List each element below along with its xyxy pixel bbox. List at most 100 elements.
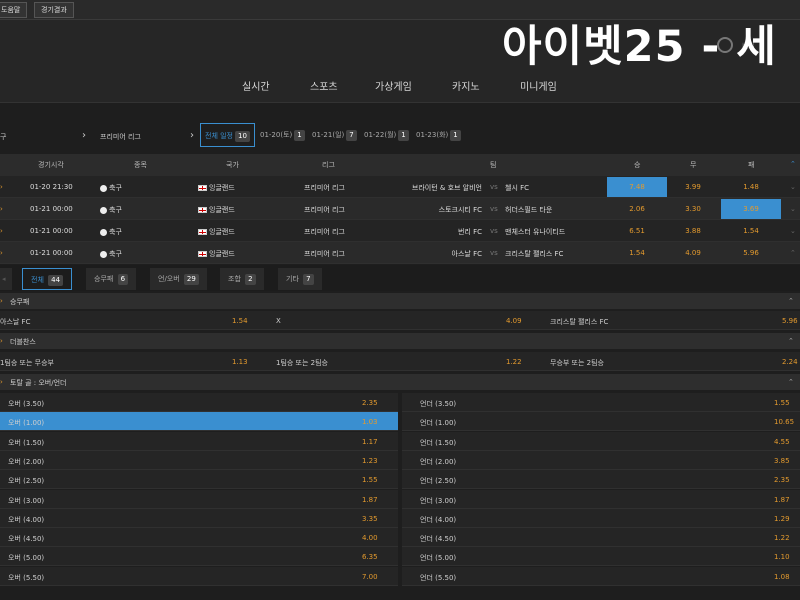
market-header-double[interactable]: › 더블찬스 ⌃ (0, 333, 800, 349)
match-row[interactable]: › 01-21 00:00 축구 잉글랜드 프리미어 리그 아스날 FC vs … (0, 242, 800, 264)
nav-sports[interactable]: 스포츠 (310, 78, 338, 93)
odds-a[interactable]: 1.13 (232, 358, 248, 366)
odds-win[interactable]: 1.54 (607, 243, 667, 263)
col-team: 팀 (490, 161, 497, 169)
breadcrumb-sport[interactable]: 구 (0, 132, 6, 142)
away-team: 맨체스터 유나이티드 (505, 228, 566, 236)
over-option[interactable]: 오버 (3.50) 2.35 (0, 393, 398, 412)
over-option[interactable]: 오버 (3.00) 1.87 (0, 490, 398, 509)
odds-draw[interactable]: 4.09 (663, 243, 723, 263)
odds-b[interactable]: 1.22 (506, 358, 522, 366)
outcome-c[interactable]: 무승부 또는 2팀승 (550, 358, 604, 368)
breadcrumb-league[interactable]: 프리미어 리그 (100, 132, 141, 142)
over-option[interactable]: 오버 (2.00) 1.23 (0, 451, 398, 470)
odds-c[interactable]: 2.24 (782, 358, 798, 366)
nav-minigame[interactable]: 미니게임 (520, 78, 557, 93)
under-odds: 1.55 (774, 399, 790, 407)
home-team: 스토크시티 FC (438, 206, 482, 214)
odds-draw[interactable]: 3.88 (663, 221, 723, 241)
chevron-up-icon[interactable]: ⌃ (788, 297, 794, 305)
outcome-home[interactable]: 아스날 FC (0, 317, 30, 327)
under-option[interactable]: 언더 (4.50) 1.22 (402, 528, 800, 547)
under-option[interactable]: 언더 (4.00) 1.29 (402, 509, 800, 528)
odds-draw[interactable]: 3.30 (663, 199, 723, 219)
under-option[interactable]: 언더 (1.50) 4.55 (402, 432, 800, 451)
odds-lose[interactable]: 1.54 (721, 221, 781, 241)
col-country: 국가 (226, 161, 239, 169)
col-time: 경기시각 (38, 161, 64, 169)
chevron-down-icon[interactable]: ⌄ (790, 183, 796, 191)
chevron-up-icon[interactable]: ⌃ (790, 249, 796, 257)
results-button[interactable]: 경기결과 (34, 2, 74, 18)
odds-win[interactable]: 2.06 (607, 199, 667, 219)
col-lose: 패 (748, 161, 755, 169)
chevron-up-icon[interactable]: ⌃ (788, 337, 794, 345)
nav-casino[interactable]: 카지노 (452, 78, 480, 93)
odds-lose[interactable]: 3.69 (721, 199, 781, 219)
over-option[interactable]: 오버 (1.00) 1.03 (0, 412, 398, 431)
market-header-winlose[interactable]: › 승무패 ⌃ (0, 293, 800, 309)
under-label: 언더 (2.00) (420, 458, 457, 466)
odds-win[interactable]: 6.51 (607, 221, 667, 241)
under-odds: 10.65 (774, 418, 795, 426)
odds-lose[interactable]: 1.48 (721, 177, 781, 197)
chevron-down-icon[interactable]: ⌄ (790, 205, 796, 213)
under-option[interactable]: 언더 (3.00) 1.87 (402, 490, 800, 509)
under-option[interactable]: 언더 (5.00) 1.10 (402, 547, 800, 566)
caret-icon: › (0, 297, 3, 305)
date-tab-0122[interactable]: 01-22(월) 1 (360, 123, 413, 147)
date-tab-all[interactable]: 전체 일정 10 (200, 123, 255, 147)
over-odds: 7.00 (362, 573, 378, 581)
over-label: 오버 (4.50) (8, 535, 45, 543)
over-label: 오버 (5.00) (8, 554, 45, 562)
date-tab-0123[interactable]: 01-23(화) 1 (412, 123, 465, 147)
odds-draw[interactable]: 3.99 (663, 177, 723, 197)
odds-draw[interactable]: 4.09 (506, 317, 522, 325)
market-tab-other[interactable]: 기타 7 (278, 268, 322, 290)
odds-away[interactable]: 5.96 (782, 317, 798, 325)
odds-win[interactable]: 7.48 (607, 177, 667, 197)
outcome-b[interactable]: 1팀승 또는 2팀승 (276, 358, 328, 368)
market-header-overunder[interactable]: › 토탈 골 : 오버/언더 ⌃ (0, 374, 800, 390)
over-option[interactable]: 오버 (1.50) 1.17 (0, 432, 398, 451)
match-row[interactable]: › 01-21 00:00 축구 잉글랜드 프리미어 리그 스토크시티 FC v… (0, 198, 800, 220)
outcome-a[interactable]: 1팀승 또는 무승부 (0, 358, 54, 368)
chevron-up-icon[interactable]: ⌃ (788, 378, 794, 386)
market-tab-all[interactable]: 전체 44 (22, 268, 73, 290)
over-option[interactable]: 오버 (2.50) 1.55 (0, 470, 398, 489)
odds-home[interactable]: 1.54 (232, 317, 248, 325)
odds-lose[interactable]: 5.96 (721, 243, 781, 263)
under-option[interactable]: 언더 (5.50) 1.08 (402, 567, 800, 586)
under-option[interactable]: 언더 (3.50) 1.55 (402, 393, 800, 412)
under-option[interactable]: 언더 (1.00) 10.65 (402, 412, 800, 431)
away-team: 크리스탈 팰리스 FC (505, 250, 564, 258)
date-tab-0121[interactable]: 01-21(일) 7 (308, 123, 361, 147)
over-option[interactable]: 오버 (5.50) 7.00 (0, 567, 398, 586)
chevron-down-icon[interactable]: ⌄ (790, 227, 796, 235)
outcome-away[interactable]: 크리스탈 팰리스 FC (550, 317, 608, 327)
under-label: 언더 (4.00) (420, 516, 457, 524)
under-option[interactable]: 언더 (2.50) 2.35 (402, 470, 800, 489)
over-option[interactable]: 오버 (4.50) 4.00 (0, 528, 398, 547)
match-row[interactable]: › 01-21 00:00 축구 잉글랜드 프리미어 리그 번리 FC vs 맨… (0, 220, 800, 242)
help-button[interactable]: 도움말 (0, 2, 28, 18)
market-tab-overunder[interactable]: 언/오버 29 (150, 268, 207, 290)
market-tab-winlose[interactable]: 승무패 6 (86, 268, 137, 290)
over-odds: 2.35 (362, 399, 378, 407)
under-option[interactable]: 언더 (2.00) 3.85 (402, 451, 800, 470)
under-label: 언더 (1.50) (420, 439, 457, 447)
market-tab-combo[interactable]: 조합 2 (220, 268, 264, 290)
over-option[interactable]: 오버 (4.00) 3.35 (0, 509, 398, 528)
collapse-up-icon[interactable]: ⌃ (790, 160, 796, 168)
away-team: 허더스필드 타운 (505, 206, 553, 214)
nav-live[interactable]: 실시간 (242, 78, 270, 93)
over-odds: 6.35 (362, 553, 378, 561)
nav-virtual[interactable]: 가상게임 (375, 78, 412, 93)
over-option[interactable]: 오버 (5.00) 6.35 (0, 547, 398, 566)
market-tab-prev[interactable]: ◂ (0, 268, 12, 290)
under-odds: 4.55 (774, 438, 790, 446)
match-row[interactable]: › 01-20 21:30 축구 잉글랜드 프리미어 리그 브라이턴 & 호브 … (0, 176, 800, 198)
under-label: 언더 (1.00) (420, 419, 457, 427)
date-tab-0120[interactable]: 01-20(토) 1 (256, 123, 309, 147)
outcome-draw[interactable]: X (276, 317, 281, 325)
